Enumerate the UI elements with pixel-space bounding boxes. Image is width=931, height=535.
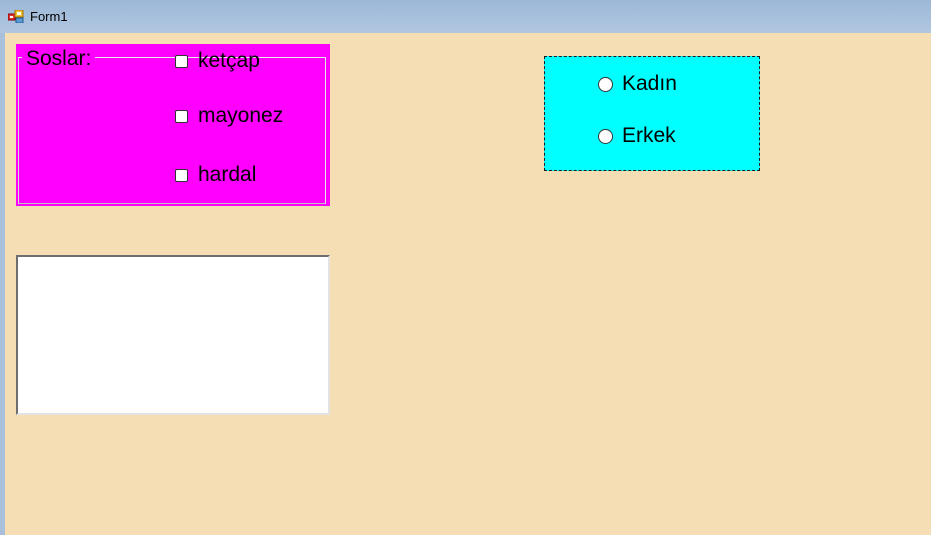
radio-label[interactable]: Kadın — [622, 71, 677, 97]
window-title: Form1 — [30, 9, 68, 24]
checkbox-label[interactable]: hardal — [198, 163, 256, 187]
radio-kadin[interactable]: Kadın — [598, 71, 677, 97]
text-input[interactable] — [16, 255, 330, 415]
groupbox-frame — [18, 57, 326, 204]
checkbox-hardal[interactable]: hardal — [175, 163, 256, 187]
sauces-groupbox: Soslar: ketçap mayonez hardal — [16, 44, 330, 206]
radio-erkek[interactable]: Erkek — [598, 123, 676, 149]
checkbox-box[interactable] — [175, 54, 188, 68]
checkbox-box[interactable] — [175, 109, 188, 123]
gender-panel: Kadın Erkek — [544, 56, 760, 171]
groupbox-label: Soslar: — [22, 46, 96, 72]
checkbox-label[interactable]: mayonez — [198, 104, 283, 128]
form-window: Form1 Soslar: ketçap mayonez hardal Kadı… — [0, 0, 931, 535]
radio-label[interactable]: Erkek — [622, 123, 676, 149]
checkbox-mayonez[interactable]: mayonez — [175, 104, 283, 128]
checkbox-label[interactable]: ketçap — [198, 49, 260, 73]
checkbox-box[interactable] — [175, 168, 188, 182]
radio-button-circle[interactable] — [598, 128, 613, 144]
radio-button-circle[interactable] — [598, 76, 613, 92]
checkbox-ketcap[interactable]: ketçap — [175, 49, 260, 73]
title-bar[interactable]: Form1 — [0, 0, 931, 33]
app-icon — [8, 10, 24, 23]
form-client-area: Soslar: ketçap mayonez hardal Kadın Erke… — [5, 33, 931, 535]
